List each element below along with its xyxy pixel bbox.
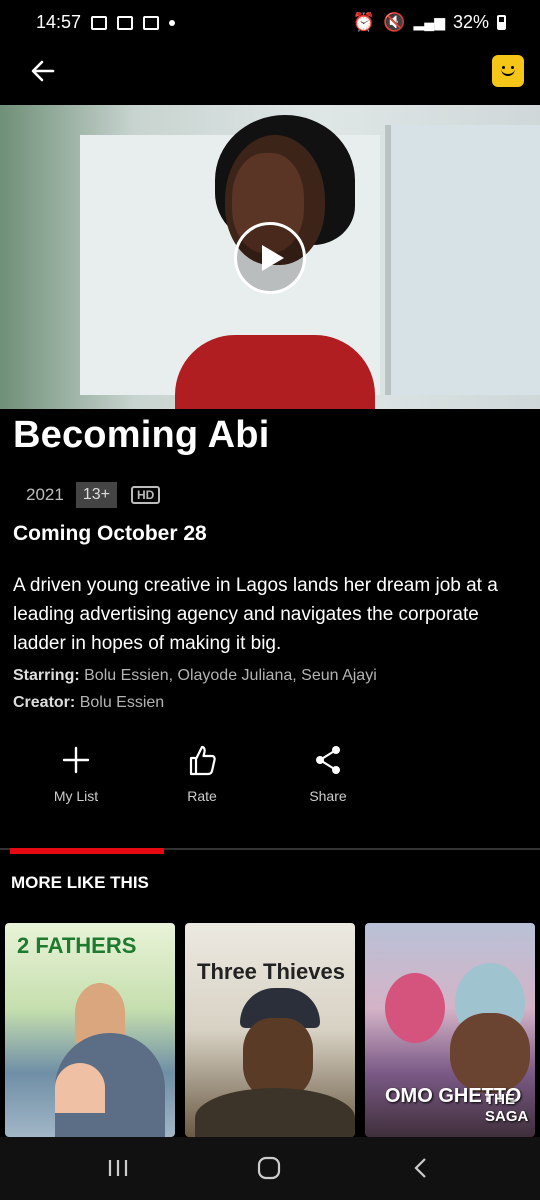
show-title: Becoming Abi bbox=[13, 414, 270, 456]
recent-apps-icon bbox=[108, 1160, 128, 1176]
poster-figure bbox=[385, 973, 445, 1043]
chevron-left-icon bbox=[414, 1158, 426, 1178]
notification-icon bbox=[117, 15, 134, 30]
action-row: My List Rate Share bbox=[0, 740, 540, 810]
starring-label: Starring: bbox=[13, 667, 80, 684]
poster-2-fathers[interactable]: 2 FATHERS bbox=[5, 923, 175, 1137]
news-icon bbox=[143, 15, 160, 30]
starring-value: Bolu Essien, Olayode Juliana, Seun Ajayi bbox=[84, 667, 377, 684]
starring-line: Starring: Bolu Essien, Olayode Juliana, … bbox=[13, 667, 377, 685]
poster-title: Three Thieves bbox=[197, 959, 345, 984]
avatar-smile bbox=[501, 69, 515, 76]
status-time: 14:57 bbox=[36, 12, 82, 32]
creator-value: Bolu Essien bbox=[79, 694, 165, 711]
hero-red-dress bbox=[175, 335, 375, 409]
availability-date: Coming October 28 bbox=[13, 522, 207, 545]
release-year: 2021 bbox=[26, 485, 64, 504]
my-list-button[interactable]: My List bbox=[26, 740, 126, 804]
signal-icon: ▂▄▆ bbox=[413, 14, 445, 30]
gallery-icon bbox=[91, 15, 108, 30]
rate-label: Rate bbox=[187, 788, 217, 804]
poster-omo-ghetto[interactable]: OMO GHETTO THE SAGA bbox=[365, 923, 535, 1137]
battery-icon bbox=[497, 15, 506, 30]
poster-three-thieves[interactable]: Three Thieves bbox=[185, 923, 355, 1137]
poster-figure bbox=[243, 1018, 313, 1098]
hero-background-window bbox=[385, 125, 540, 395]
recent-apps-button[interactable] bbox=[98, 1153, 138, 1183]
creator-line: Creator: Bolu Essien bbox=[13, 694, 164, 712]
back-arrow-icon bbox=[31, 60, 55, 82]
creator-label: Creator: bbox=[13, 694, 76, 711]
play-icon bbox=[262, 245, 284, 271]
my-list-label: My List bbox=[53, 788, 99, 804]
show-meta: 2021 13+ HD bbox=[26, 482, 161, 508]
home-icon bbox=[257, 1156, 281, 1180]
battery-level: 32% bbox=[452, 12, 489, 32]
back-button[interactable] bbox=[26, 54, 60, 88]
poster-figure bbox=[55, 1063, 105, 1113]
share-icon bbox=[316, 746, 340, 774]
maturity-rating-badge: 13+ bbox=[75, 482, 117, 508]
thumbs-up-icon bbox=[189, 745, 216, 776]
profile-avatar[interactable] bbox=[492, 55, 524, 87]
alarm-icon: ⏰ bbox=[352, 12, 376, 32]
poster-figure bbox=[450, 1013, 530, 1093]
poster-figure bbox=[195, 1088, 355, 1137]
share-button[interactable]: Share bbox=[278, 740, 378, 804]
rate-button[interactable]: Rate bbox=[152, 740, 252, 804]
system-nav-bar bbox=[0, 1137, 540, 1200]
tab-more-like-this[interactable]: MORE LIKE THIS bbox=[11, 873, 149, 893]
plus-icon bbox=[62, 746, 90, 774]
system-back-button[interactable] bbox=[400, 1153, 440, 1183]
home-button[interactable] bbox=[249, 1153, 289, 1183]
share-label: Share bbox=[309, 788, 347, 804]
hd-badge: HD bbox=[130, 486, 161, 504]
tab-more-like-this-indicator bbox=[10, 848, 164, 854]
poster-title: 2 FATHERS bbox=[17, 933, 137, 958]
show-description: A driven young creative in Lagos lands h… bbox=[13, 575, 498, 654]
play-button[interactable] bbox=[234, 222, 306, 294]
status-bar: 14:57 ⏰ 🔇 ▂▄▆ 32% bbox=[0, 0, 540, 44]
more-notifications-icon bbox=[169, 19, 176, 26]
poster-subtitle: THE SAGA bbox=[485, 1091, 529, 1125]
mute-icon: 🔇 bbox=[383, 12, 406, 32]
